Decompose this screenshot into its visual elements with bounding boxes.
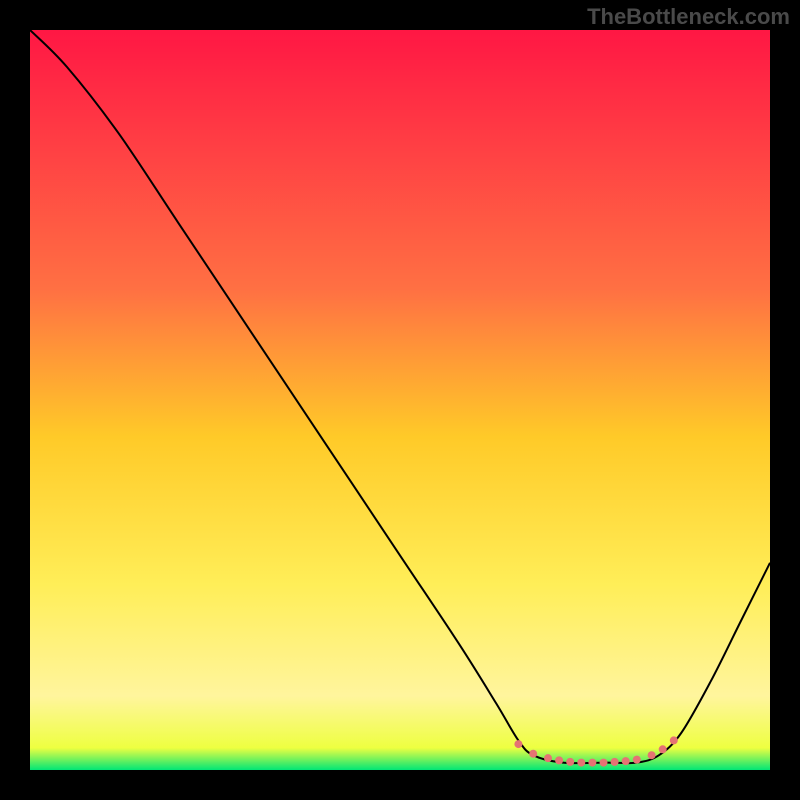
optimal-marker bbox=[670, 736, 678, 744]
optimal-marker bbox=[648, 751, 656, 759]
optimal-marker bbox=[588, 759, 596, 767]
chart-container bbox=[30, 30, 770, 770]
optimal-marker bbox=[633, 756, 641, 764]
optimal-marker bbox=[514, 740, 522, 748]
optimal-marker bbox=[529, 750, 537, 758]
optimal-marker bbox=[600, 759, 608, 767]
watermark-text: TheBottleneck.com bbox=[587, 4, 790, 30]
optimal-marker bbox=[577, 759, 585, 767]
optimal-marker bbox=[611, 758, 619, 766]
optimal-marker bbox=[622, 757, 630, 765]
optimal-marker bbox=[544, 754, 552, 762]
bottleneck-chart bbox=[30, 30, 770, 770]
chart-background bbox=[30, 30, 770, 770]
optimal-marker bbox=[566, 758, 574, 766]
optimal-marker bbox=[659, 745, 667, 753]
optimal-marker bbox=[555, 756, 563, 764]
